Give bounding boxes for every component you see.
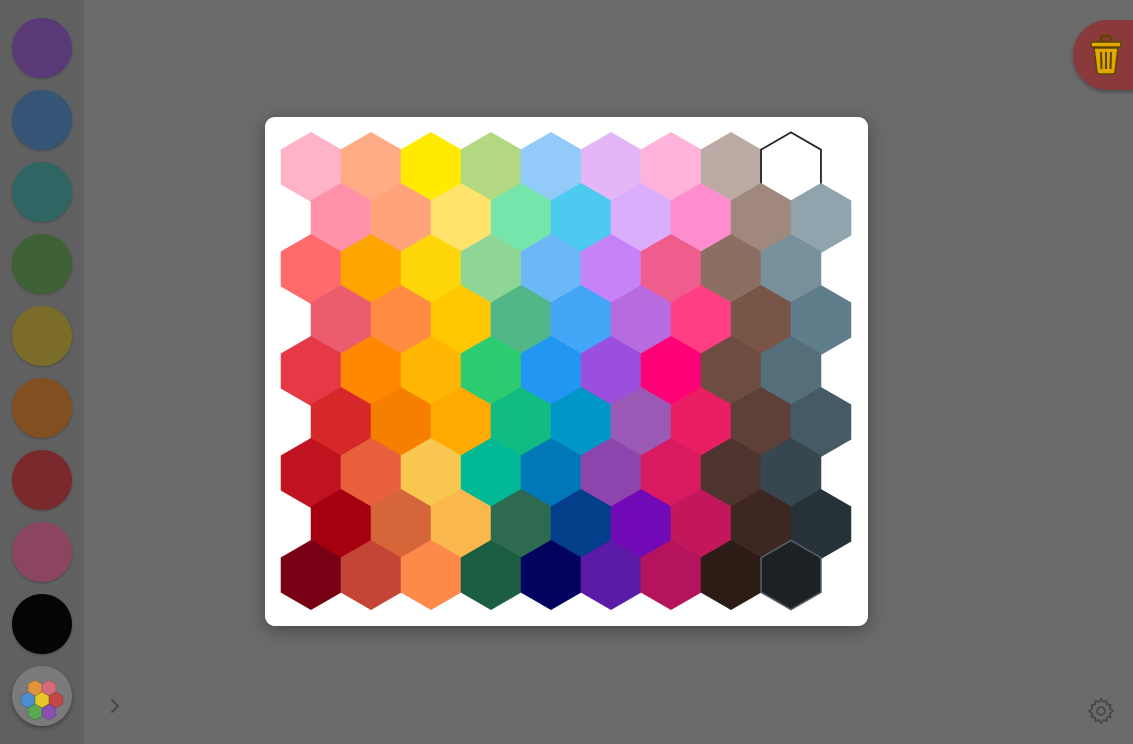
color-swatch-blue[interactable] bbox=[12, 90, 72, 150]
color-swatch-olive[interactable] bbox=[12, 306, 72, 366]
hex-color-grid bbox=[280, 131, 852, 611]
expand-sidebar-button[interactable] bbox=[106, 694, 126, 718]
trash-icon bbox=[1090, 34, 1122, 75]
color-picker-dialog bbox=[265, 117, 868, 626]
color-swatch-purple[interactable] bbox=[12, 18, 72, 78]
color-swatch-red[interactable] bbox=[12, 450, 72, 510]
settings-button[interactable] bbox=[1087, 697, 1115, 725]
color-swatch-teal[interactable] bbox=[12, 162, 72, 222]
color-swatch-black[interactable] bbox=[12, 594, 72, 654]
color-swatch-orange[interactable] bbox=[12, 378, 72, 438]
gear-icon bbox=[1088, 698, 1114, 724]
hexagon-palette-icon bbox=[20, 679, 64, 721]
color-sidebar bbox=[0, 0, 84, 744]
trash-button[interactable] bbox=[1073, 20, 1133, 90]
palette-button[interactable] bbox=[12, 666, 72, 726]
color-swatch-green[interactable] bbox=[12, 234, 72, 294]
color-swatch-pink[interactable] bbox=[12, 522, 72, 582]
chevron-right-icon bbox=[110, 698, 120, 714]
